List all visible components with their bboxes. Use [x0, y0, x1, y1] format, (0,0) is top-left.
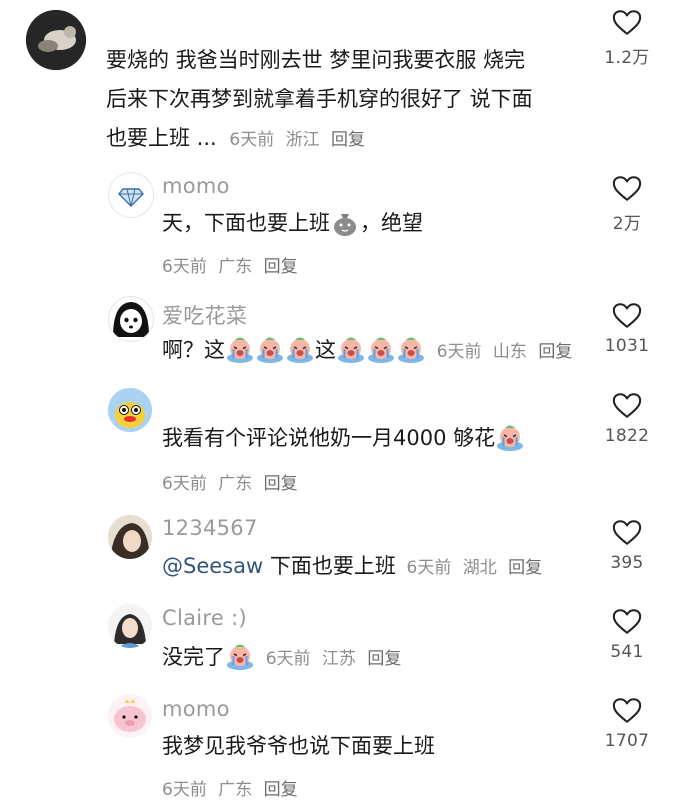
comment-meta: 6天前 广东 回复 — [162, 469, 304, 494]
comment-location: 浙江 — [285, 130, 320, 150]
avatar[interactable] — [108, 694, 152, 738]
comment-location: 广东 — [218, 780, 253, 800]
reply-button[interactable]: 回复 — [508, 558, 542, 578]
comment-text-part: 这 — [315, 338, 336, 362]
comment-time: 6天前 — [162, 257, 207, 277]
reply-button[interactable]: 回复 — [264, 474, 298, 494]
avatar[interactable] — [108, 515, 152, 559]
comment-line-text: 也要上班 ... — [106, 126, 217, 150]
comment-username[interactable]: momo — [162, 174, 230, 198]
comment-text: 我看有个评论说他奶一月4000 够花 — [162, 419, 525, 458]
avatar[interactable] — [108, 388, 152, 432]
like-button[interactable]: 395 — [592, 519, 662, 573]
comment-location: 广东 — [218, 474, 253, 494]
crying-face-emoji — [337, 336, 365, 364]
like-count: 1.2万 — [604, 48, 650, 68]
comment-text: 要烧的 我爸当时刚去世 梦里问我要衣服 烧完 后来下次再梦到就拿着手机穿的很好了… — [106, 41, 533, 160]
comment-line: 也要上班 ... 6天前 浙江 回复 — [106, 119, 533, 160]
like-count: 1822 — [604, 426, 650, 446]
crying-face-emoji — [256, 336, 284, 364]
cartoon-girl-icon — [113, 302, 149, 337]
comment-time: 6天前 — [436, 342, 482, 362]
avatar-photo-icon — [26, 10, 86, 70]
avatar[interactable] — [108, 296, 154, 342]
comment-line: 后来下次再梦到就拿着手机穿的很好了 说下面 — [106, 87, 533, 111]
like-button[interactable]: 1031 — [592, 302, 662, 356]
crying-face-emoji — [367, 336, 395, 364]
comment-location: 湖北 — [462, 558, 497, 578]
heart-outline-icon — [612, 392, 642, 419]
comment-time: 6天前 — [265, 649, 311, 669]
reply-button[interactable]: 回复 — [264, 780, 298, 800]
avatar[interactable] — [108, 604, 152, 648]
comment-username[interactable]: 爱吃花菜 — [162, 300, 247, 330]
heart-outline-icon — [612, 302, 642, 329]
comment-time: 6天前 — [162, 474, 207, 494]
comment-text-part: 下面也要上班 — [263, 554, 396, 578]
cartoon-bird-icon — [108, 388, 152, 432]
reply-button[interactable]: 回复 — [367, 649, 401, 669]
comment-text-part: 天，下面也要上班 — [162, 211, 330, 235]
comment-text: 啊？这 这 6天前 山东 回复 — [162, 331, 578, 372]
comment-text-part: ，绝望 — [360, 211, 423, 235]
comment-text-part: 我梦见我爷爷也说下面要上班 — [162, 734, 435, 758]
comment-text-part: 没完了 — [162, 645, 225, 669]
comment-meta: 6天前 广东 回复 — [162, 775, 304, 800]
heart-outline-icon — [612, 697, 642, 724]
diamond-icon — [118, 188, 144, 207]
crying-face-emoji — [226, 643, 254, 671]
like-count: 541 — [610, 642, 644, 662]
money-bag-emoji — [331, 209, 359, 237]
comment-line: 要烧的 我爸当时刚去世 梦里问我要衣服 烧完 — [106, 48, 526, 72]
heart-outline-icon — [612, 9, 642, 36]
like-count: 1031 — [604, 336, 650, 356]
crying-face-emoji — [286, 336, 314, 364]
avatar-photo-icon — [108, 515, 152, 559]
comment-location: 江苏 — [321, 649, 356, 669]
comment-location: 山东 — [492, 342, 527, 362]
heart-outline-icon — [612, 175, 642, 202]
like-count: 2万 — [612, 214, 642, 234]
avatar[interactable] — [108, 172, 154, 218]
like-count: 395 — [610, 553, 644, 573]
comment-text: 我梦见我爷爷也说下面要上班 — [162, 727, 435, 766]
comment-meta: 6天前 浙江 回复 — [229, 130, 371, 150]
heart-outline-icon — [612, 608, 642, 635]
like-button[interactable]: 1.2万 — [592, 9, 662, 68]
like-button[interactable]: 1822 — [592, 392, 662, 446]
cartoon-pig-icon — [108, 694, 152, 738]
comment-meta: 6天前 湖北 回复 — [407, 558, 549, 578]
comment-username[interactable]: 1234567 — [162, 516, 258, 540]
like-button[interactable]: 541 — [592, 608, 662, 662]
comment-text-part: 我看有个评论说他奶一月4000 够花 — [162, 426, 496, 450]
comment-text: @Seesaw 下面也要上班 6天前 湖北 回复 — [162, 547, 548, 588]
comment-meta: 6天前 广东 回复 — [162, 252, 304, 277]
like-count: 1707 — [604, 731, 650, 751]
comment-time: 6天前 — [229, 130, 275, 150]
heart-outline-icon — [612, 519, 642, 546]
crying-face-emoji — [226, 336, 254, 364]
comment-username[interactable]: Claire :) — [162, 606, 247, 630]
avatar-photo-icon — [108, 604, 152, 648]
comment-username[interactable]: momo — [162, 697, 230, 721]
comment-time: 6天前 — [406, 558, 452, 578]
comment-text: 天，下面也要上班 ，绝望 — [162, 204, 423, 243]
like-button[interactable]: 2万 — [592, 175, 662, 234]
mention-link[interactable]: @Seesaw — [162, 554, 263, 578]
like-button[interactable]: 1707 — [592, 697, 662, 751]
reply-button[interactable]: 回复 — [331, 130, 365, 150]
crying-face-emoji — [496, 424, 524, 452]
comment-location: 广东 — [218, 257, 253, 277]
avatar[interactable] — [26, 10, 86, 70]
comment-meta: 6天前 山东 回复 — [437, 342, 579, 362]
comment-time: 6天前 — [162, 780, 207, 800]
reply-button[interactable]: 回复 — [264, 257, 298, 277]
comment-meta: 6天前 江苏 回复 — [266, 649, 408, 669]
comment-text: 没完了 6天前 江苏 回复 — [162, 638, 407, 679]
comment-text-part: 啊？这 — [162, 338, 225, 362]
reply-button[interactable]: 回复 — [538, 342, 572, 362]
crying-face-emoji — [397, 336, 425, 364]
